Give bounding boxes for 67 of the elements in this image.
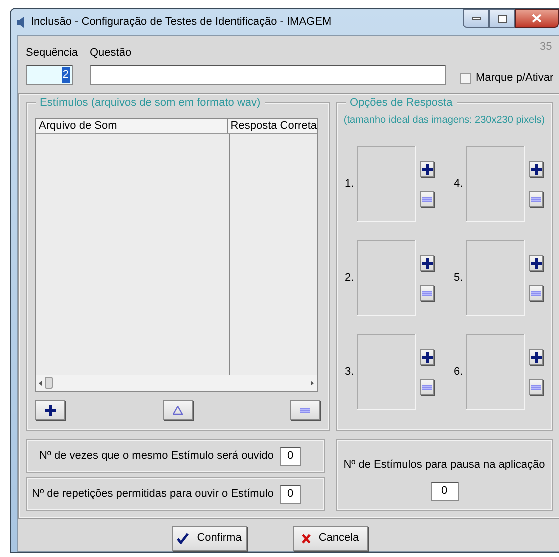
minus-icon (531, 196, 541, 202)
add-image-button[interactable] (529, 161, 543, 177)
option-number: 3. (345, 364, 356, 380)
scroll-left-icon (39, 380, 42, 386)
plus-icon (530, 352, 542, 362)
minus-icon (531, 290, 541, 296)
field-label: Sequência (26, 46, 79, 60)
remove-image-button[interactable] (529, 379, 543, 395)
minus-icon (422, 290, 432, 296)
setting-label: Nº de repetições permitidas para ouvir o Estímulo (32, 486, 274, 502)
confirm-button[interactable]: Confirma (172, 526, 247, 551)
scrollbar-thumb[interactable] (45, 377, 53, 389)
field-label: Questão (90, 46, 133, 60)
plus-icon (530, 258, 542, 268)
activate-checkbox[interactable]: Marque p/Ativar (460, 70, 554, 86)
add-image-button[interactable] (420, 161, 434, 177)
plus-icon (44, 404, 56, 416)
scroll-right-icon (311, 380, 314, 386)
option-number: 5. (454, 270, 464, 286)
close-button[interactable] (515, 9, 559, 28)
group-title: Opções de Resposta (346, 96, 457, 110)
sequence-field[interactable]: 2 (26, 65, 73, 85)
remove-image-button[interactable] (420, 285, 434, 301)
minus-icon (422, 196, 432, 202)
question-field[interactable] (90, 65, 446, 85)
option-number: 6. (454, 364, 464, 380)
plus-icon (422, 352, 432, 362)
checkmark-icon (177, 533, 190, 544)
setting-label: Nº de Estímulos para pausa na aplicação (344, 458, 546, 473)
record-number: 35 (540, 40, 552, 55)
add-image-button[interactable] (420, 349, 434, 365)
column-header[interactable]: Resposta Correta (228, 119, 317, 133)
cancel-button[interactable]: Cancela (293, 526, 368, 551)
number-field[interactable]: 0 (280, 484, 301, 504)
edit-button[interactable] (162, 400, 192, 420)
minus-icon (300, 408, 310, 412)
remove-image-button[interactable] (529, 285, 543, 301)
plus-icon (422, 258, 432, 268)
maximize-button[interactable] (489, 9, 515, 28)
remove-button[interactable] (290, 400, 320, 420)
minus-icon (422, 384, 432, 390)
window-title: Inclusão - Configuração de Testes de Identificação - IMAGEM (31, 14, 332, 30)
remove-image-button[interactable] (420, 379, 434, 395)
minimize-button[interactable] (463, 9, 489, 28)
group-title: Estímulos (arquivos de som em formato wav) (36, 96, 265, 110)
image-size-hint: (tamanho ideal das imagens: 230x230 pixels) (342, 114, 546, 128)
option-number: 4. (454, 176, 464, 192)
speaker-icon (17, 16, 26, 28)
number-field[interactable]: 0 (430, 482, 458, 500)
add-image-button[interactable] (529, 255, 543, 271)
horizontal-scrollbar[interactable] (36, 375, 317, 391)
option-number: 2. (345, 270, 356, 286)
plus-icon (422, 164, 432, 174)
add-image-button[interactable] (420, 255, 434, 271)
close-icon (532, 14, 542, 23)
remove-image-button[interactable] (420, 191, 434, 207)
option-number: 1. (345, 176, 356, 192)
triangle-icon (172, 406, 182, 414)
add-button[interactable] (35, 400, 65, 420)
minus-icon (531, 384, 541, 390)
remove-image-button[interactable] (529, 191, 543, 207)
cross-icon (302, 534, 311, 544)
column-header[interactable]: Arquivo de Som (36, 119, 228, 133)
number-field[interactable]: 0 (280, 446, 301, 466)
setting-label: Nº de vezes que o mesmo Estímulo será ouvido (39, 448, 274, 464)
add-image-button[interactable] (529, 349, 543, 365)
plus-icon (530, 164, 542, 174)
